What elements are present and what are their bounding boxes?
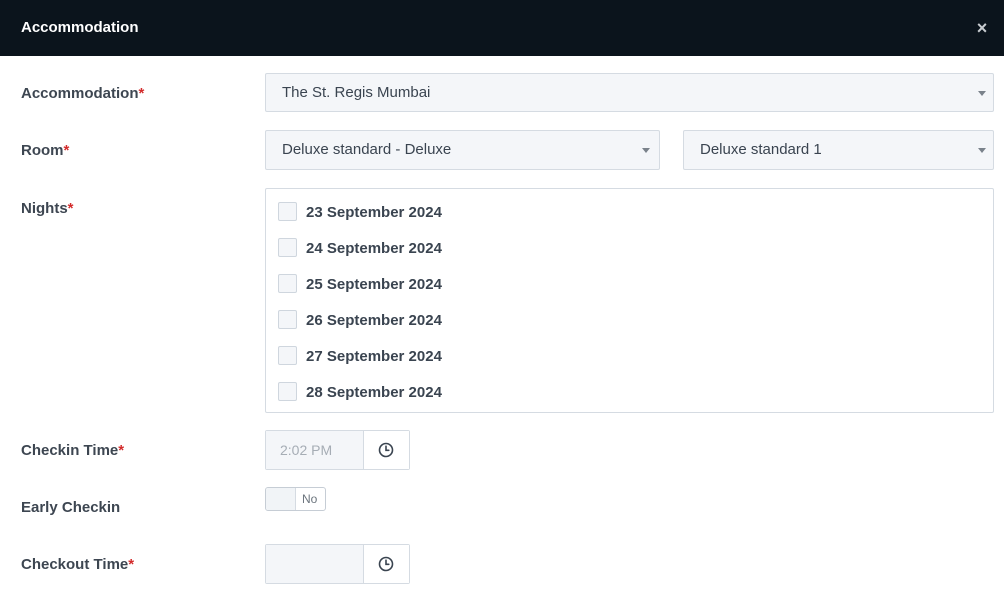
night-label: 25 September 2024 <box>306 276 442 293</box>
chevron-down-icon <box>978 148 986 153</box>
modal-header: Accommodation × <box>0 0 1004 56</box>
modal-title: Accommodation <box>21 19 139 36</box>
checkin-time-picker-button[interactable] <box>364 431 409 469</box>
checkin-time-group: 2:02 PM <box>265 430 410 470</box>
night-checkbox[interactable] <box>278 382 297 401</box>
close-icon[interactable]: × <box>973 19 991 37</box>
accommodation-select-value: The St. Regis Mumbai <box>282 84 431 101</box>
chevron-down-icon <box>978 91 986 96</box>
room-number-select-value: Deluxe standard 1 <box>700 141 822 158</box>
checkout-time-label: Checkout Time* <box>21 556 134 573</box>
early-checkin-label: Early Checkin <box>21 499 121 516</box>
night-checkbox[interactable] <box>278 238 297 257</box>
night-checkbox[interactable] <box>278 274 297 293</box>
accommodation-select[interactable]: The St. Regis Mumbai <box>265 73 994 112</box>
required-marker: * <box>63 142 70 159</box>
night-label: 23 September 2024 <box>306 204 442 221</box>
accommodation-label-text: Accommodation <box>21 85 139 102</box>
checkin-time-label-text: Checkin Time <box>21 442 119 459</box>
room-label: Room* <box>21 142 69 159</box>
night-checkbox[interactable] <box>278 310 297 329</box>
chevron-down-icon <box>642 148 650 153</box>
toggle-knob <box>266 488 296 510</box>
room-type-select[interactable]: Deluxe standard - Deluxe <box>265 130 660 170</box>
night-checkbox[interactable] <box>278 202 297 221</box>
checkout-time-input[interactable] <box>266 545 364 583</box>
required-marker: * <box>138 85 145 102</box>
checkin-time-label: Checkin Time* <box>21 442 124 459</box>
room-number-select[interactable]: Deluxe standard 1 <box>683 130 994 170</box>
required-marker: * <box>128 556 135 573</box>
checkout-time-label-text: Checkout Time <box>21 556 129 573</box>
nights-label: Nights* <box>21 200 74 217</box>
toggle-state-text: No <box>302 492 318 506</box>
room-type-select-value: Deluxe standard - Deluxe <box>282 141 452 158</box>
checkout-time-picker-button[interactable] <box>364 545 409 583</box>
night-label: 26 September 2024 <box>306 312 442 329</box>
room-label-text: Room <box>21 142 64 159</box>
required-marker: * <box>118 442 125 459</box>
clock-icon <box>378 442 394 458</box>
night-label: 28 September 2024 <box>306 384 442 401</box>
checkout-time-group <box>265 544 410 584</box>
required-marker: * <box>67 200 74 217</box>
checkin-time-input[interactable]: 2:02 PM <box>266 431 364 469</box>
nights-checkbox-list: 23 September 2024 24 September 2024 25 S… <box>265 188 994 413</box>
night-label: 27 September 2024 <box>306 348 442 365</box>
early-checkin-toggle[interactable]: No <box>265 487 326 511</box>
night-label: 24 September 2024 <box>306 240 442 257</box>
clock-icon <box>378 556 394 572</box>
nights-label-text: Nights <box>21 200 68 217</box>
accommodation-label: Accommodation* <box>21 85 144 102</box>
night-checkbox[interactable] <box>278 346 297 365</box>
